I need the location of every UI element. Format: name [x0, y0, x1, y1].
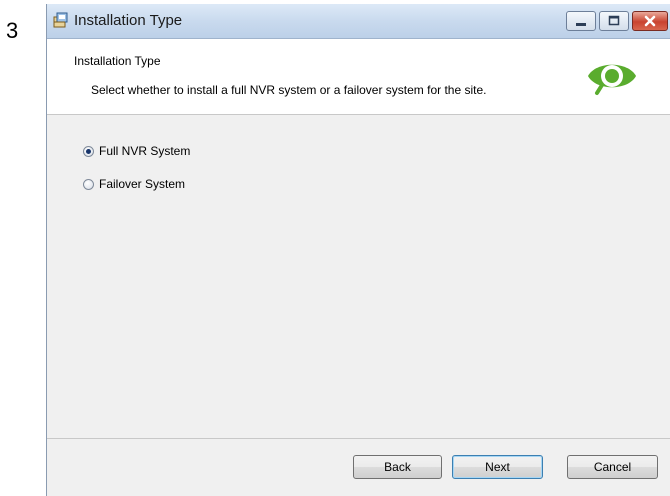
step-number: 3 — [6, 18, 19, 43]
close-button[interactable] — [632, 11, 668, 31]
cancel-button[interactable]: Cancel — [567, 455, 658, 479]
next-button[interactable]: Next — [452, 455, 543, 479]
maximize-icon — [608, 15, 620, 26]
green-eye-logo — [588, 64, 636, 95]
radio-selected-dot — [86, 148, 91, 154]
maximize-button[interactable] — [599, 11, 629, 31]
banner-header: Installation Type Select whether to inst… — [47, 39, 670, 115]
minimize-icon — [576, 23, 586, 26]
option-label-failover-system: Failover System — [99, 177, 186, 191]
radio-failover-system[interactable] — [83, 178, 94, 190]
option-label-full-nvr-system: Full NVR System — [99, 144, 191, 158]
title-bar[interactable]: Installation Type — [47, 4, 670, 39]
page-title: Installation Type — [74, 54, 161, 68]
window-title: Installation Type — [74, 12, 183, 29]
option-full-nvr-system[interactable]: Full NVR System — [83, 144, 190, 158]
installer-app-icon — [53, 12, 68, 28]
minimize-button[interactable] — [566, 11, 596, 31]
page-description: Select whether to install a full NVR sys… — [91, 83, 487, 97]
installer-window: Installation Type Installation Type Sele… — [46, 4, 670, 496]
footer-divider — [47, 438, 670, 439]
close-icon — [644, 15, 656, 27]
back-button[interactable]: Back — [353, 455, 442, 479]
option-failover-system[interactable]: Failover System — [83, 177, 185, 191]
radio-full-nvr-system[interactable] — [83, 145, 94, 157]
